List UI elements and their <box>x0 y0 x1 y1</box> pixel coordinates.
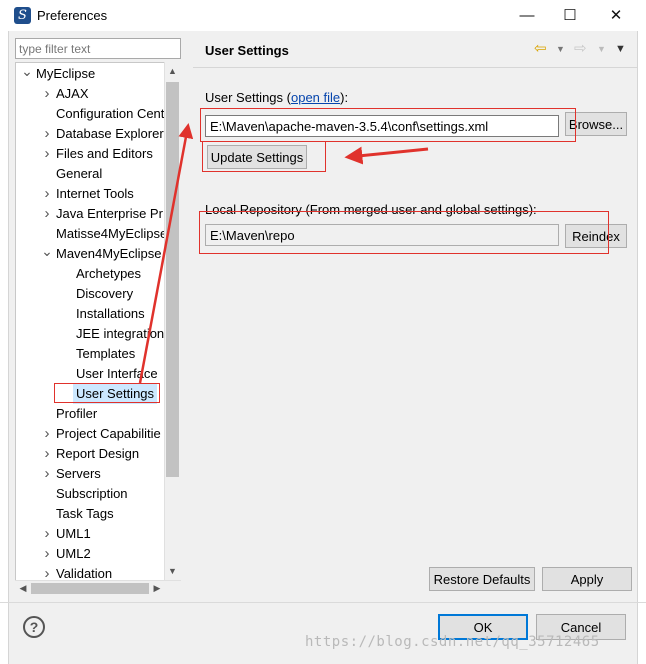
annotation-arrow-to-update <box>344 146 429 165</box>
annotation-arrows <box>138 123 429 384</box>
annotation-arrow-to-path <box>138 123 194 384</box>
